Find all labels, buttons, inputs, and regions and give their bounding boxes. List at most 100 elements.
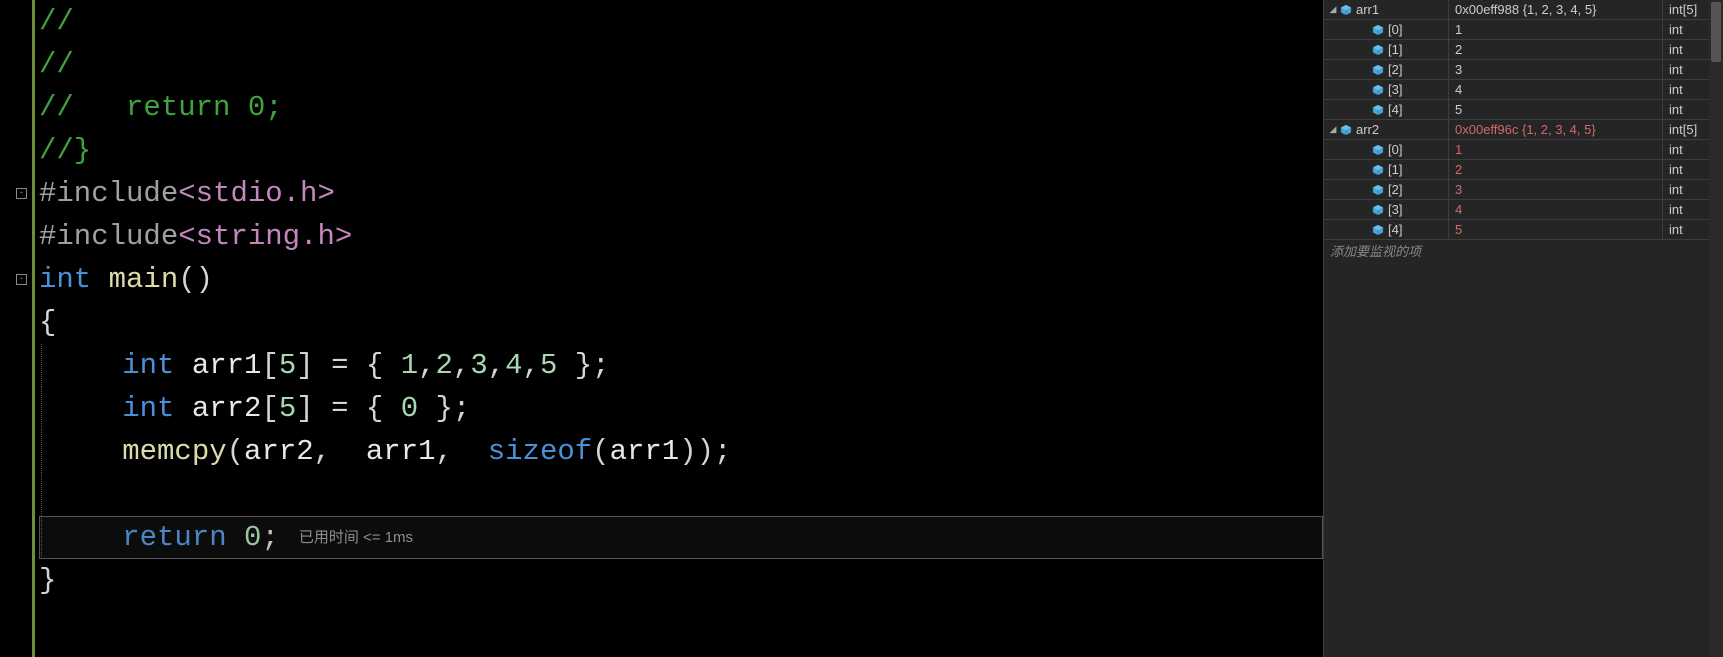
code-line[interactable]: } — [39, 559, 1323, 602]
watch-name-cell[interactable]: ◢[3] — [1324, 80, 1449, 99]
indent-guide — [41, 387, 59, 430]
code-token: , — [436, 430, 488, 473]
watch-row[interactable]: ◢[3]4int — [1324, 200, 1723, 220]
watch-row[interactable]: ◢[0]1int — [1324, 140, 1723, 160]
code-token: int — [39, 258, 109, 301]
watch-value-cell[interactable]: 1 — [1449, 140, 1663, 159]
expander-icon[interactable]: ◢ — [1328, 125, 1338, 135]
watch-name-cell[interactable]: ◢[4] — [1324, 220, 1449, 239]
fold-toggle-icon[interactable]: - — [16, 188, 27, 199]
code-token: memcpy — [122, 430, 226, 473]
code-line[interactable]: int main() — [39, 258, 1323, 301]
code-line[interactable]: #include<string.h> — [39, 215, 1323, 258]
code-token: ( — [592, 430, 609, 473]
code-token: // — [39, 43, 74, 86]
indent-guide — [41, 344, 59, 387]
code-token: 4 — [505, 344, 522, 387]
watch-row[interactable]: ◢[4]5int — [1324, 100, 1723, 120]
watch-value-cell[interactable]: 4 — [1449, 80, 1663, 99]
watch-row[interactable]: ◢arr20x00eff96c {1, 2, 3, 4, 5}int[5] — [1324, 120, 1723, 140]
code-token: arr2 — [192, 387, 262, 430]
add-watch-placeholder: 添加要监视的项 — [1330, 241, 1421, 260]
watch-var-name: [3] — [1388, 82, 1402, 97]
code-token: , — [453, 344, 470, 387]
code-line[interactable] — [39, 473, 1323, 516]
watch-row[interactable]: ◢[0]1int — [1324, 20, 1723, 40]
watch-name-cell[interactable]: ◢[1] — [1324, 160, 1449, 179]
code-line[interactable]: int arr1[5] = { 1,2,3,4,5 }; — [39, 344, 1323, 387]
watch-value-cell[interactable]: 5 — [1449, 100, 1663, 119]
code-token: () — [178, 258, 213, 301]
watch-name-cell[interactable]: ◢[2] — [1324, 60, 1449, 79]
code-token: [ — [261, 387, 278, 430]
editor-gutter: -- — [0, 0, 32, 657]
watch-var-name: [4] — [1388, 102, 1402, 117]
code-token: arr1 — [610, 430, 680, 473]
code-token: , — [523, 344, 540, 387]
expander-icon[interactable]: ◢ — [1328, 5, 1338, 15]
watch-row[interactable]: ◢[1]2int — [1324, 160, 1723, 180]
watch-name-cell[interactable]: ◢arr1 — [1324, 0, 1449, 19]
code-content[interactable]: ////// return 0;//}#include<stdio.h>#inc… — [32, 0, 1323, 657]
variable-icon — [1372, 24, 1384, 36]
watch-row[interactable]: ◢[1]2int — [1324, 40, 1723, 60]
code-line[interactable]: #include<stdio.h> — [39, 172, 1323, 215]
watch-value-cell[interactable]: 0x00eff96c {1, 2, 3, 4, 5} — [1449, 120, 1663, 139]
watch-value-cell[interactable]: 5 — [1449, 220, 1663, 239]
watch-value-cell[interactable]: 3 — [1449, 180, 1663, 199]
watch-scrollbar[interactable] — [1709, 0, 1723, 657]
watch-value-cell[interactable]: 2 — [1449, 40, 1663, 59]
code-token: , — [418, 344, 435, 387]
code-token: 5 — [540, 344, 557, 387]
variable-icon — [1372, 204, 1384, 216]
code-line[interactable]: int arr2[5] = { 0 }; — [39, 387, 1323, 430]
watch-name-cell[interactable]: ◢[2] — [1324, 180, 1449, 199]
watch-row[interactable]: ◢[4]5int — [1324, 220, 1723, 240]
code-line[interactable]: // — [39, 43, 1323, 86]
code-token: }; — [418, 387, 470, 430]
watch-name-cell[interactable]: ◢[3] — [1324, 200, 1449, 219]
code-token: 1 — [401, 344, 418, 387]
code-token: 2 — [436, 344, 453, 387]
watch-value-cell[interactable]: 0x00eff988 {1, 2, 3, 4, 5} — [1449, 0, 1663, 19]
watch-var-name: [1] — [1388, 42, 1402, 57]
watch-row[interactable]: ◢[2]3int — [1324, 60, 1723, 80]
code-token: // — [39, 0, 74, 43]
watch-row[interactable]: ◢[3]4int — [1324, 80, 1723, 100]
watch-row[interactable]: ◢arr10x00eff988 {1, 2, 3, 4, 5}int[5] — [1324, 0, 1723, 20]
code-token: main — [109, 258, 179, 301]
code-token: arr1 — [192, 344, 262, 387]
code-line[interactable]: { — [39, 301, 1323, 344]
watch-name-cell[interactable]: ◢[1] — [1324, 40, 1449, 59]
code-token: #include — [39, 215, 178, 258]
variable-icon — [1372, 64, 1384, 76]
code-line[interactable]: memcpy(arr2, arr1, sizeof(arr1)); — [39, 430, 1323, 473]
perf-tooltip: 已用时间 <= 1ms — [299, 516, 413, 559]
code-line[interactable]: //} — [39, 129, 1323, 172]
variable-icon — [1372, 164, 1384, 176]
watch-var-name: [2] — [1388, 62, 1402, 77]
code-line[interactable]: return 0;已用时间 <= 1ms — [39, 516, 1323, 559]
watch-value-cell[interactable]: 4 — [1449, 200, 1663, 219]
watch-name-cell[interactable]: ◢[0] — [1324, 140, 1449, 159]
code-token: 0 — [244, 516, 261, 559]
watch-name-cell[interactable]: ◢[4] — [1324, 100, 1449, 119]
code-token: , — [314, 430, 366, 473]
watch-name-cell[interactable]: ◢arr2 — [1324, 120, 1449, 139]
watch-value-cell[interactable]: 3 — [1449, 60, 1663, 79]
code-token: 0 — [401, 387, 418, 430]
add-watch-input[interactable]: 添加要监视的项 — [1324, 240, 1723, 260]
code-token: [ — [261, 344, 278, 387]
code-editor[interactable]: -- ////// return 0;//}#include<stdio.h>#… — [0, 0, 1323, 657]
code-token: return — [122, 516, 244, 559]
code-line[interactable]: // — [39, 0, 1323, 43]
watch-row[interactable]: ◢[2]3int — [1324, 180, 1723, 200]
watch-var-name: [0] — [1388, 22, 1402, 37]
code-token: <stdio.h> — [178, 172, 335, 215]
watch-scrollbar-thumb[interactable] — [1711, 2, 1721, 62]
fold-toggle-icon[interactable]: - — [16, 274, 27, 285]
watch-value-cell[interactable]: 1 — [1449, 20, 1663, 39]
code-line[interactable]: // return 0; — [39, 86, 1323, 129]
watch-value-cell[interactable]: 2 — [1449, 160, 1663, 179]
watch-name-cell[interactable]: ◢[0] — [1324, 20, 1449, 39]
